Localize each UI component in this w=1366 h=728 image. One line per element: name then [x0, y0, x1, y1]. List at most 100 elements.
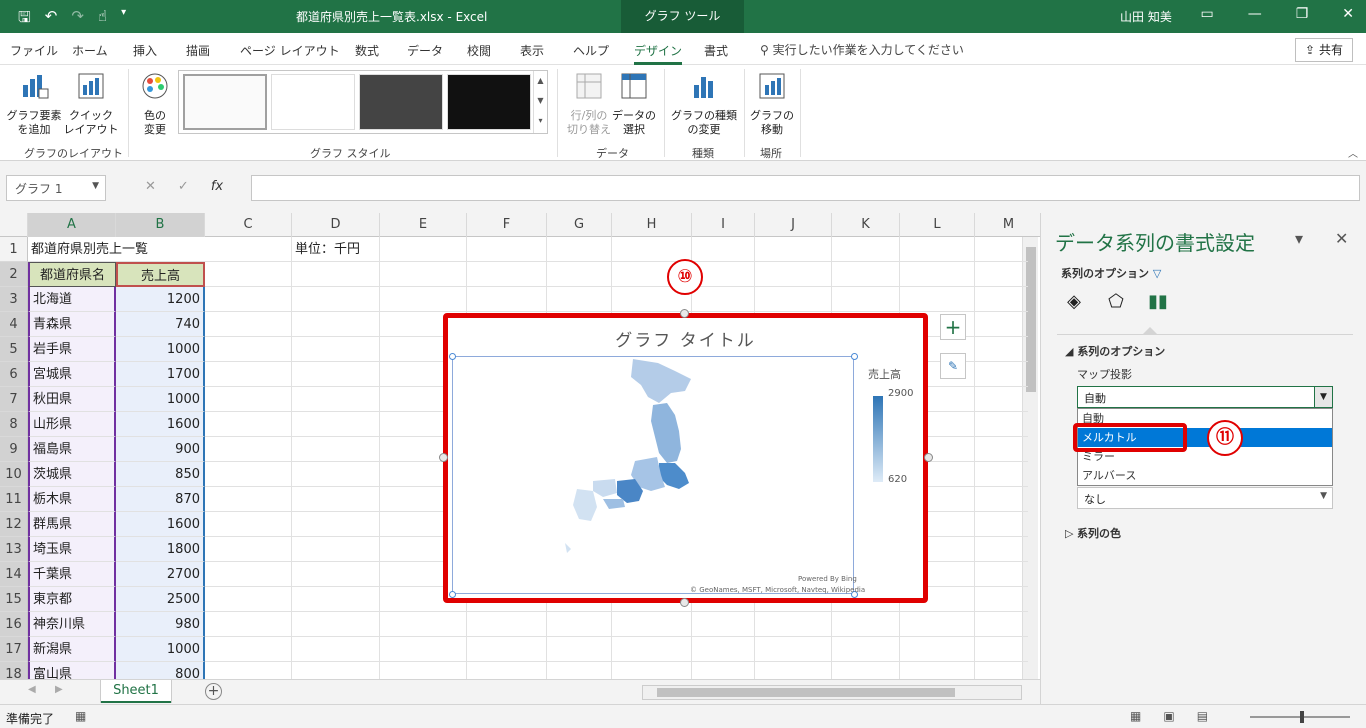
cell-prefecture[interactable]: 宮城県: [28, 362, 116, 387]
cell-sales[interactable]: 1800: [116, 537, 205, 562]
row-header[interactable]: 1: [0, 237, 28, 262]
tab-draw[interactable]: 描画: [186, 42, 210, 59]
row-header[interactable]: 11: [0, 487, 28, 512]
row-header[interactable]: 17: [0, 637, 28, 662]
tab-view[interactable]: 表示: [520, 42, 544, 59]
undo-icon[interactable]: ↶: [45, 7, 58, 32]
cell-prefecture[interactable]: 神奈川県: [28, 612, 116, 637]
map-region-hokkaido[interactable]: [631, 359, 691, 403]
tab-formulas[interactable]: 数式: [355, 42, 379, 59]
column-header-c[interactable]: C: [205, 213, 292, 237]
chart-resize-handle[interactable]: [680, 598, 689, 607]
cell-sales[interactable]: 740: [116, 312, 205, 337]
map-region-shikoku[interactable]: [603, 499, 625, 509]
insert-function-icon[interactable]: fx: [211, 179, 223, 194]
chart-styles-button[interactable]: ✎: [940, 353, 966, 379]
row-header[interactable]: 6: [0, 362, 28, 387]
series-options-dropdown[interactable]: 系列のオプション ▽: [1061, 265, 1161, 281]
chart-style-gallery[interactable]: ▲ ▼ ▾: [178, 70, 548, 134]
pane-options-icon[interactable]: ▾: [1295, 229, 1303, 248]
row-header[interactable]: 13: [0, 537, 28, 562]
map-labels-select[interactable]: なし ▼: [1077, 487, 1333, 509]
map-region-chugoku[interactable]: [593, 479, 617, 497]
chevron-down-icon[interactable]: ▼: [92, 181, 99, 191]
cell-prefecture[interactable]: 山形県: [28, 412, 116, 437]
row-header[interactable]: 16: [0, 612, 28, 637]
restore-icon[interactable]: ❐: [1296, 6, 1309, 22]
vertical-scrollbar[interactable]: [1022, 237, 1038, 679]
chart-style-3[interactable]: [359, 74, 443, 130]
row-header[interactable]: 12: [0, 512, 28, 537]
chevron-down-icon[interactable]: ▼: [537, 96, 543, 105]
column-header-h[interactable]: H: [612, 213, 692, 237]
map-region-kyushu[interactable]: [573, 489, 597, 521]
column-header-j[interactable]: J: [755, 213, 832, 237]
map-region-tohoku[interactable]: [651, 403, 681, 463]
more-icon[interactable]: ▾: [538, 116, 542, 125]
formula-input[interactable]: [251, 175, 1360, 201]
gallery-scroll[interactable]: ▲ ▼ ▾: [533, 71, 547, 133]
page-break-view-icon[interactable]: ▤: [1197, 709, 1208, 723]
plot-resize-handle[interactable]: [449, 591, 456, 598]
column-header-d[interactable]: D: [292, 213, 380, 237]
sheet-prev-icon[interactable]: ◀: [28, 684, 36, 695]
add-sheet-icon[interactable]: +: [205, 683, 222, 700]
cell-sales[interactable]: 1200: [116, 287, 205, 312]
macro-record-icon[interactable]: ▦: [75, 709, 86, 723]
cell-sales[interactable]: 1000: [116, 337, 205, 362]
chevron-up-icon[interactable]: ▲: [537, 76, 543, 85]
cell-sales[interactable]: 1700: [116, 362, 205, 387]
redo-icon[interactable]: ↷: [71, 7, 84, 32]
chart-style-4[interactable]: [447, 74, 531, 130]
cell-sales[interactable]: 1000: [116, 637, 205, 662]
tab-home[interactable]: ホーム: [72, 42, 108, 59]
chart-resize-handle[interactable]: [680, 309, 689, 318]
row-header[interactable]: 10: [0, 462, 28, 487]
pane-close-icon[interactable]: ✕: [1335, 229, 1348, 248]
chart-style-1[interactable]: [183, 74, 267, 130]
cell-sales[interactable]: 2500: [116, 587, 205, 612]
move-chart-button[interactable]: グラフの 移動: [750, 71, 794, 137]
row-header[interactable]: 4: [0, 312, 28, 337]
cell-sales[interactable]: 980: [116, 612, 205, 637]
tab-format[interactable]: 書式: [704, 42, 728, 59]
user-name[interactable]: 山田 知美: [1120, 8, 1172, 25]
series-options-icon[interactable]: ▮▮: [1145, 291, 1171, 317]
map-chart[interactable]: グラフ タイトル 売上高 2900 620 Powered By Bing © …: [443, 313, 928, 603]
cell-prefecture[interactable]: 青森県: [28, 312, 116, 337]
projection-option-albers[interactable]: アルバース: [1078, 466, 1332, 485]
map-region-okinawa[interactable]: [565, 543, 571, 553]
tab-file[interactable]: ファイル: [10, 42, 58, 59]
tab-page-layout[interactable]: ページ レイアウト: [240, 42, 340, 59]
cell-prefecture[interactable]: 埼玉県: [28, 537, 116, 562]
sheet-next-icon[interactable]: ▶: [55, 684, 63, 695]
cell-sales[interactable]: 1000: [116, 387, 205, 412]
save-icon[interactable]: 🖫: [18, 7, 31, 32]
japan-map[interactable]: [453, 357, 855, 595]
cell-header-sales[interactable]: 売上高: [116, 262, 205, 287]
switch-row-column-button[interactable]: 行/列の 切り替え: [564, 71, 614, 137]
cell-prefecture[interactable]: 秋田県: [28, 387, 116, 412]
row-header[interactable]: 7: [0, 387, 28, 412]
share-button[interactable]: ⇪ 共有: [1295, 38, 1353, 62]
chart-resize-handle[interactable]: [439, 453, 448, 462]
column-header-f[interactable]: F: [467, 213, 547, 237]
row-header[interactable]: 9: [0, 437, 28, 462]
cell-sales[interactable]: 870: [116, 487, 205, 512]
cell-sales[interactable]: 2700: [116, 562, 205, 587]
effects-icon[interactable]: ⬠: [1103, 291, 1129, 317]
row-header[interactable]: 18: [0, 662, 28, 679]
cell-header-pref[interactable]: 都道府県名: [28, 262, 116, 287]
chart-resize-handle[interactable]: [924, 453, 933, 462]
plot-resize-handle[interactable]: [449, 353, 456, 360]
column-header-i[interactable]: I: [692, 213, 755, 237]
cell-prefecture[interactable]: 東京都: [28, 587, 116, 612]
cell-sales[interactable]: 800: [116, 662, 205, 679]
row-header[interactable]: 15: [0, 587, 28, 612]
tab-insert[interactable]: 挿入: [133, 42, 157, 59]
cancel-icon[interactable]: ✕: [145, 179, 156, 194]
tab-data[interactable]: データ: [407, 42, 443, 59]
column-header-k[interactable]: K: [832, 213, 900, 237]
cell-prefecture[interactable]: 岩手県: [28, 337, 116, 362]
column-header-m[interactable]: M: [975, 213, 1040, 237]
